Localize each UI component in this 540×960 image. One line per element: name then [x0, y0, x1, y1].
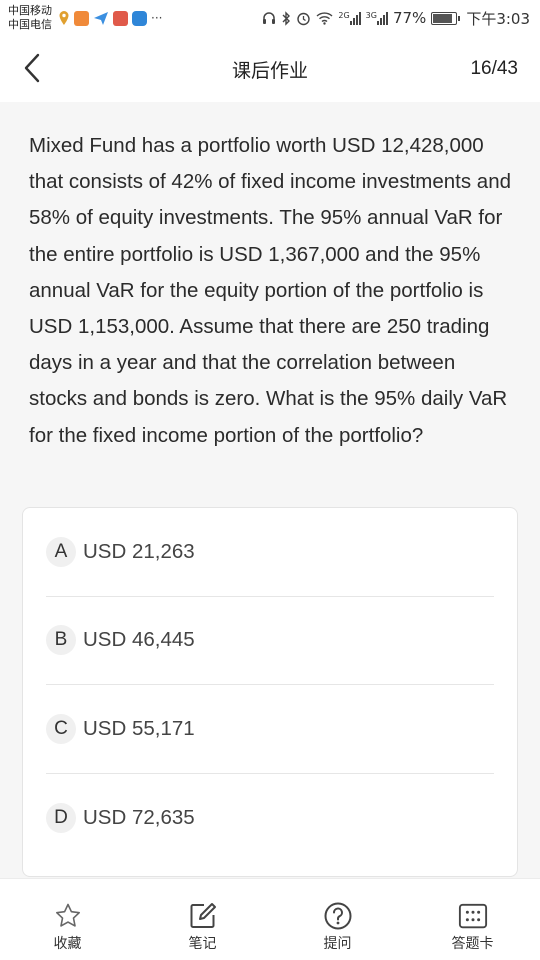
question-text: Mixed Fund has a portfolio worth USD 12,… — [29, 134, 512, 447]
star-icon — [55, 903, 80, 927]
network-type-2: 3G — [365, 11, 377, 20]
signal-strength-icon-2 — [376, 11, 388, 25]
edit-note-icon — [190, 903, 216, 928]
tab-label: 提问 — [323, 936, 352, 952]
option-a[interactable]: A USD 21,263 — [46, 508, 494, 597]
question-icon — [324, 902, 351, 930]
network-type-1: 2G — [338, 11, 350, 20]
option-c[interactable]: C USD 55,171 — [46, 685, 494, 774]
headphones-icon — [263, 12, 276, 24]
option-letter: D — [46, 802, 76, 833]
tab-label: 答题卡 — [451, 936, 494, 952]
option-letter: A — [46, 536, 76, 567]
question-progress: 16/43 — [470, 58, 518, 79]
signal-strength-icon — [349, 11, 361, 25]
option-text: USD 46,445 — [83, 628, 195, 652]
tab-label: 笔记 — [188, 936, 217, 952]
option-text: USD 21,263 — [83, 539, 195, 563]
option-text: USD 55,171 — [83, 716, 195, 740]
battery-percent: 77% — [392, 9, 427, 27]
bluetooth-icon — [282, 10, 291, 26]
carrier-info: 中国移动 中国电信 — [8, 4, 52, 32]
option-d[interactable]: D USD 72,635 — [46, 774, 494, 863]
notification-icons: ··· — [58, 10, 162, 26]
carrier-1: 中国移动 — [8, 4, 52, 17]
alarm-icon — [297, 12, 311, 25]
location-pin-icon — [59, 11, 69, 25]
tab-label: 收藏 — [53, 936, 82, 952]
option-text: USD 72,635 — [83, 805, 195, 829]
answer-card-icon — [458, 903, 487, 929]
video-app-icon — [74, 10, 89, 26]
option-b[interactable]: B USD 46,445 — [46, 597, 494, 685]
back-button[interactable] — [14, 50, 50, 86]
answer-card-button[interactable]: 答题卡 — [418, 879, 528, 953]
option-letter: B — [46, 625, 76, 656]
carrier-2: 中国电信 — [8, 18, 52, 31]
option-letter: C — [46, 713, 76, 744]
game-app-icon — [113, 10, 128, 26]
app-header: 课后作业 16/43 — [0, 36, 540, 102]
answer-options: A USD 21,263 B USD 46,445 C USD 55,171 D… — [22, 507, 518, 877]
plane-app-icon — [94, 12, 108, 25]
ask-question-button[interactable]: 提问 — [283, 879, 393, 953]
battery-icon — [431, 11, 461, 25]
bottom-toolbar: 收藏 笔记 提问 答题卡 — [0, 878, 540, 960]
chevron-left-icon — [24, 53, 40, 83]
favorite-button[interactable]: 收藏 — [13, 879, 123, 953]
wifi-icon — [316, 12, 333, 25]
notes-button[interactable]: 笔记 — [148, 879, 258, 953]
chat-app-icon — [132, 10, 147, 26]
status-bar: 中国移动 中国电信 ··· 2G 3G 77% 下午3:03 — [0, 0, 540, 36]
more-notifications: ··· — [151, 11, 163, 25]
clock: 下午3:03 — [466, 9, 530, 28]
page-title: 课后作业 — [231, 59, 308, 82]
